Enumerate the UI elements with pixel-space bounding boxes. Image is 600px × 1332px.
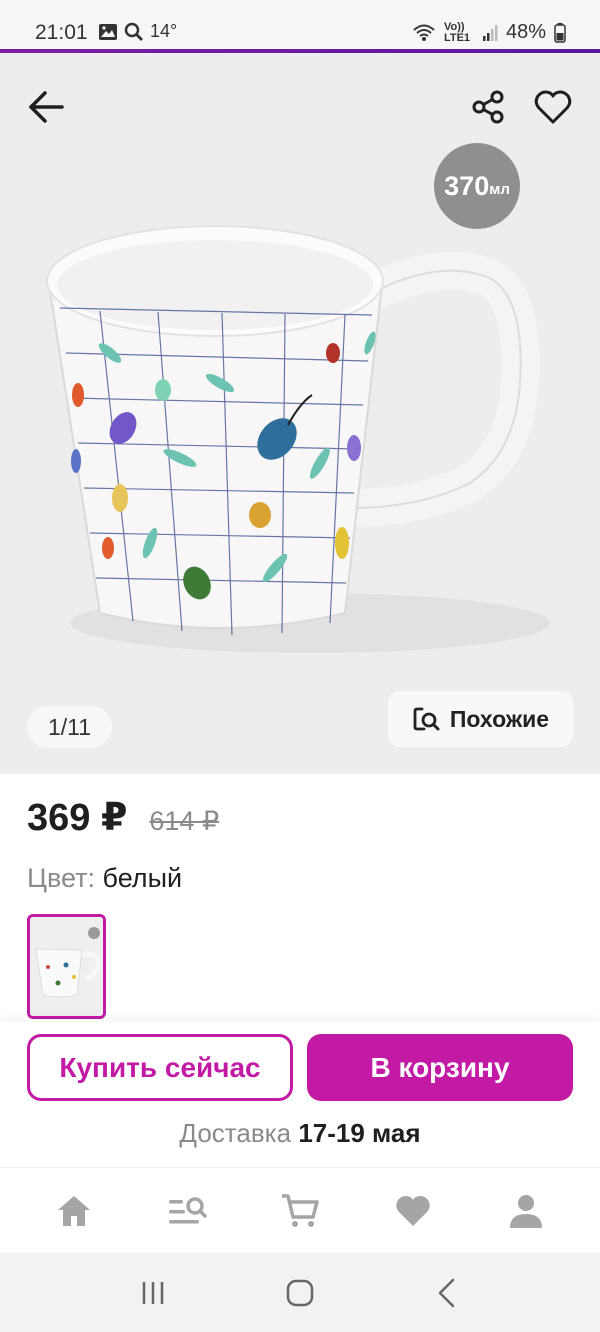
bottom-navigation xyxy=(0,1167,600,1253)
profile-icon xyxy=(509,1194,542,1228)
share-icon xyxy=(472,90,504,124)
battery-icon xyxy=(554,22,566,43)
delivery-info: Доставка 17-19 мая xyxy=(0,1118,600,1149)
back-button[interactable] xyxy=(18,79,74,135)
volume-badge: 370 мл xyxy=(434,143,520,229)
heart-icon xyxy=(534,90,572,124)
catalog-search-icon xyxy=(169,1196,207,1223)
status-bar: 21:01 14° Vo)) LTE1 48% xyxy=(0,0,600,50)
system-navigation xyxy=(0,1253,600,1332)
color-option-thumbnail[interactable] xyxy=(27,914,106,1019)
thumbnail-image xyxy=(30,917,103,1016)
image-search-icon xyxy=(413,707,440,731)
color-row: Цвет: белый xyxy=(27,863,182,894)
chevron-left-icon xyxy=(438,1278,454,1307)
price-row: 369 ₽ 614 ₽ xyxy=(27,795,219,840)
recent-apps-icon xyxy=(143,1281,164,1304)
buy-now-button[interactable]: Купить сейчас xyxy=(27,1034,293,1101)
current-price: 369 ₽ xyxy=(27,797,128,839)
share-button[interactable] xyxy=(460,79,516,135)
status-left-icons: 14° xyxy=(98,21,177,42)
old-price: 614 ₽ xyxy=(149,806,220,836)
recent-apps-button[interactable] xyxy=(123,1263,183,1323)
status-time: 21:01 xyxy=(35,21,88,44)
action-area: Купить сейчас В корзину Доставка 17-19 м… xyxy=(0,1022,600,1167)
cart-icon xyxy=(281,1193,319,1227)
product-gallery[interactable]: 370 мл 1/11 Похожие xyxy=(0,53,600,774)
home-icon xyxy=(58,1195,91,1226)
status-right: Vo)) LTE1 48% xyxy=(412,21,566,44)
color-label: Цвет: xyxy=(27,863,96,893)
delivery-dates: 17-19 мая xyxy=(298,1118,421,1148)
battery-percent: 48% xyxy=(505,21,546,43)
nav-favorites[interactable] xyxy=(383,1181,443,1241)
image-counter: 1/11 xyxy=(27,706,112,748)
volume-number: 370 xyxy=(444,170,490,201)
nav-profile[interactable] xyxy=(496,1181,556,1241)
gallery-icon xyxy=(99,23,117,40)
delivery-label: Доставка xyxy=(179,1118,292,1148)
network-label: Vo)) LTE1 xyxy=(443,20,471,44)
add-to-cart-button[interactable]: В корзину xyxy=(307,1034,573,1101)
volume-unit: мл xyxy=(489,180,510,198)
home-circle-icon xyxy=(286,1279,314,1306)
favorite-button[interactable] xyxy=(525,79,581,135)
back-system-button[interactable] xyxy=(417,1263,477,1323)
home-system-button[interactable] xyxy=(270,1263,330,1323)
status-temperature: 14° xyxy=(150,21,178,41)
nav-home[interactable] xyxy=(44,1181,104,1241)
color-value: белый xyxy=(102,863,183,893)
nav-catalog[interactable] xyxy=(157,1181,217,1241)
similar-label: Похожие xyxy=(449,705,550,732)
wifi-icon xyxy=(413,24,435,41)
similar-button[interactable]: Похожие xyxy=(388,691,573,747)
back-arrow-icon xyxy=(29,91,64,123)
favorites-icon xyxy=(396,1195,430,1226)
signal-icon xyxy=(482,24,498,41)
search-icon xyxy=(124,22,143,41)
nav-cart[interactable] xyxy=(270,1181,330,1241)
